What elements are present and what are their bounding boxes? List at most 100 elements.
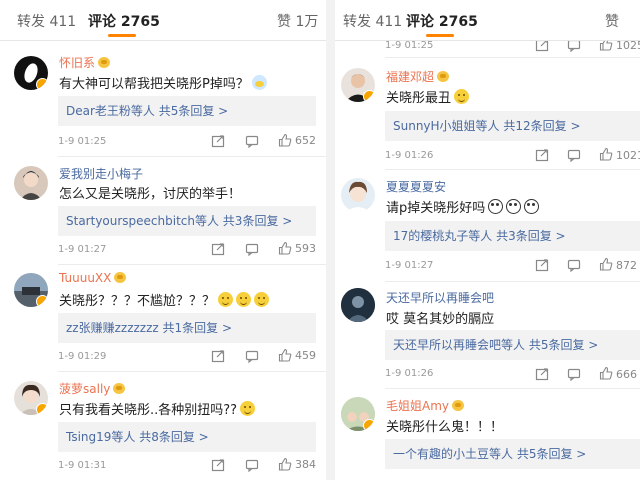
username[interactable]: 怀旧系 <box>59 54 111 71</box>
comment-text: 怎么又是关晓彤，讨厌的举手！ <box>59 187 242 202</box>
tab-bar: 转发 411 评论 2765 赞 1万 <box>0 0 326 41</box>
medal-icon <box>452 400 465 411</box>
avatar[interactable] <box>341 68 375 102</box>
comment-time: 1-9 01:26 <box>385 368 434 379</box>
like-icon[interactable] <box>599 366 613 380</box>
smile-emoji-icon <box>218 292 234 307</box>
medal-icon <box>113 383 126 394</box>
reply-summary[interactable]: Startyourspeechbitch等人 共3条回复 > <box>58 206 316 236</box>
comment-item: 福建邓超 关晓彤最丑 SunnyH小姐姐等人 共12条回复 > 1-9 01:2… <box>335 58 640 170</box>
avatar[interactable] <box>341 288 375 322</box>
comment-icon[interactable] <box>567 148 581 162</box>
comment-text: 只有我看关晓彤..各种别扭吗?? <box>59 399 256 418</box>
username[interactable]: 爱我别走小梅子 <box>59 165 143 182</box>
comment-icon[interactable] <box>245 458 259 472</box>
comment-time: 1-9 01:25 <box>385 40 434 51</box>
active-tab-indicator <box>426 34 454 37</box>
comment-item: 毛姐姐Amy 关晓彤什么鬼！！！ 一个有趣的小土豆等人 共5条回复 > <box>335 389 640 480</box>
comment-icon[interactable] <box>567 367 581 381</box>
avatar[interactable] <box>14 166 48 200</box>
like-count: 593 <box>295 242 316 255</box>
share-icon[interactable] <box>211 349 225 363</box>
username[interactable]: TuuuuXX <box>59 271 127 285</box>
comment-icon[interactable] <box>567 258 581 272</box>
like-icon[interactable] <box>599 257 613 271</box>
reply-summary[interactable]: SunnyH小姐姐等人 共12条回复 > <box>385 111 640 141</box>
tab-comments[interactable]: 评论 2765 <box>88 11 160 31</box>
like-count: 1021 <box>616 149 640 162</box>
username[interactable]: 夏夏夏夏安 <box>386 178 446 195</box>
share-icon[interactable] <box>535 258 549 272</box>
username[interactable]: 天还早所以再睡会吧 <box>386 289 494 306</box>
share-icon[interactable] <box>211 242 225 256</box>
share-icon[interactable] <box>535 148 549 162</box>
username[interactable]: 菠萝sally <box>59 380 126 397</box>
comment-item: 天还早所以再睡会吧 哎 莫名其妙的膈应 天还早所以再睡会吧等人 共5条回复 > … <box>335 282 640 389</box>
like-icon[interactable] <box>278 457 292 471</box>
reply-summary[interactable]: 天还早所以再睡会吧等人 共5条回复 > <box>385 330 640 360</box>
like-icon[interactable] <box>278 241 292 255</box>
tab-forward[interactable]: 转发 411 <box>343 11 402 31</box>
comment-icon[interactable] <box>245 242 259 256</box>
scared-emoji-icon <box>524 199 540 214</box>
avatar[interactable] <box>14 273 48 307</box>
tab-likes[interactable]: 赞 1万 <box>277 11 318 31</box>
reply-summary[interactable]: 一个有趣的小土豆等人 共5条回复 > <box>385 439 640 469</box>
comment-item: 菠萝sally 只有我看关晓彤..各种别扭吗?? Tsing19等人 共8条回复… <box>0 373 326 480</box>
like-icon[interactable] <box>278 133 292 147</box>
active-tab-indicator <box>108 34 136 37</box>
like-icon[interactable] <box>278 348 292 362</box>
reply-summary[interactable]: Dear老王粉等人 共5条回复 > <box>58 96 316 126</box>
smile-emoji-icon <box>254 292 270 307</box>
comment-text: 请p掉关晓彤好吗 <box>386 197 540 216</box>
avatar-image <box>341 288 375 322</box>
scared-emoji-icon <box>506 199 522 214</box>
avatar[interactable] <box>14 56 48 90</box>
tab-comments[interactable]: 评论 2765 <box>406 11 478 31</box>
share-icon[interactable] <box>211 458 225 472</box>
comment-text: 关晓彤？？？不尴尬？？？ <box>59 290 270 309</box>
avatar-image <box>20 171 42 200</box>
tab-bar: 转发 411 评论 2765 赞 <box>335 0 640 41</box>
tab-likes[interactable]: 赞 <box>605 11 619 31</box>
comment-time: 1-9 01:29 <box>58 351 107 362</box>
smile-emoji-icon <box>236 292 252 307</box>
comment-item: 夏夏夏夏安 请p掉关晓彤好吗 17的樱桃丸子等人 共3条回复 > 1-9 01:… <box>335 170 640 282</box>
avatar[interactable] <box>341 178 375 212</box>
comment-time: 1-9 01:27 <box>385 260 434 271</box>
reply-summary[interactable]: Tsing19等人 共8条回复 > <box>58 422 316 452</box>
comment-item-partial: 1-9 01:25 1025 <box>335 37 640 58</box>
avatar[interactable] <box>14 381 48 415</box>
comment-time: 1-9 01:31 <box>58 460 107 471</box>
comment-item: 怀旧系 有大神可以帮我把关晓彤P掉吗？ Dear老王粉等人 共5条回复 > 1-… <box>0 40 326 158</box>
like-icon[interactable] <box>599 147 613 161</box>
vip-badge-icon <box>36 295 48 307</box>
divider <box>58 156 326 157</box>
medal-icon <box>98 57 111 68</box>
reply-summary[interactable]: 17的樱桃丸子等人 共3条回复 > <box>385 221 640 251</box>
right-screenshot-panel: 转发 411 评论 2765 赞 1-9 01:25 1025 福建邓超 关晓彤… <box>335 0 640 480</box>
comment-text: 哎 莫名其妙的膈应 <box>386 312 495 327</box>
comment-icon[interactable] <box>245 349 259 363</box>
share-icon[interactable] <box>535 367 549 381</box>
share-icon[interactable] <box>211 134 225 148</box>
comment-time: 1-9 01:27 <box>58 244 107 255</box>
comment-text: 关晓彤最丑 <box>386 87 470 106</box>
left-screenshot-panel: 转发 411 评论 2765 赞 1万 怀旧系 有大神可以帮我把关晓彤P掉吗？ … <box>0 0 326 480</box>
reply-summary[interactable]: zz张赚赚zzzzzzz 共1条回复 > <box>58 313 316 343</box>
grin-emoji-icon <box>454 89 470 104</box>
tab-forward[interactable]: 转发 411 <box>17 11 76 31</box>
comment-time: 1-9 01:25 <box>58 136 107 147</box>
comment-text: 关晓彤什么鬼！！！ <box>386 420 504 435</box>
comment-icon[interactable] <box>245 134 259 148</box>
scared-emoji-icon <box>488 199 504 214</box>
username[interactable]: 福建邓超 <box>386 68 450 85</box>
like-count: 384 <box>295 458 316 471</box>
vip-badge-icon <box>363 90 375 102</box>
avatar-image <box>346 181 370 212</box>
vip-badge-icon <box>36 403 48 415</box>
like-count: 872 <box>616 259 637 272</box>
medal-icon <box>437 71 450 82</box>
avatar[interactable] <box>341 397 375 431</box>
username[interactable]: 毛姐姐Amy <box>386 397 465 414</box>
